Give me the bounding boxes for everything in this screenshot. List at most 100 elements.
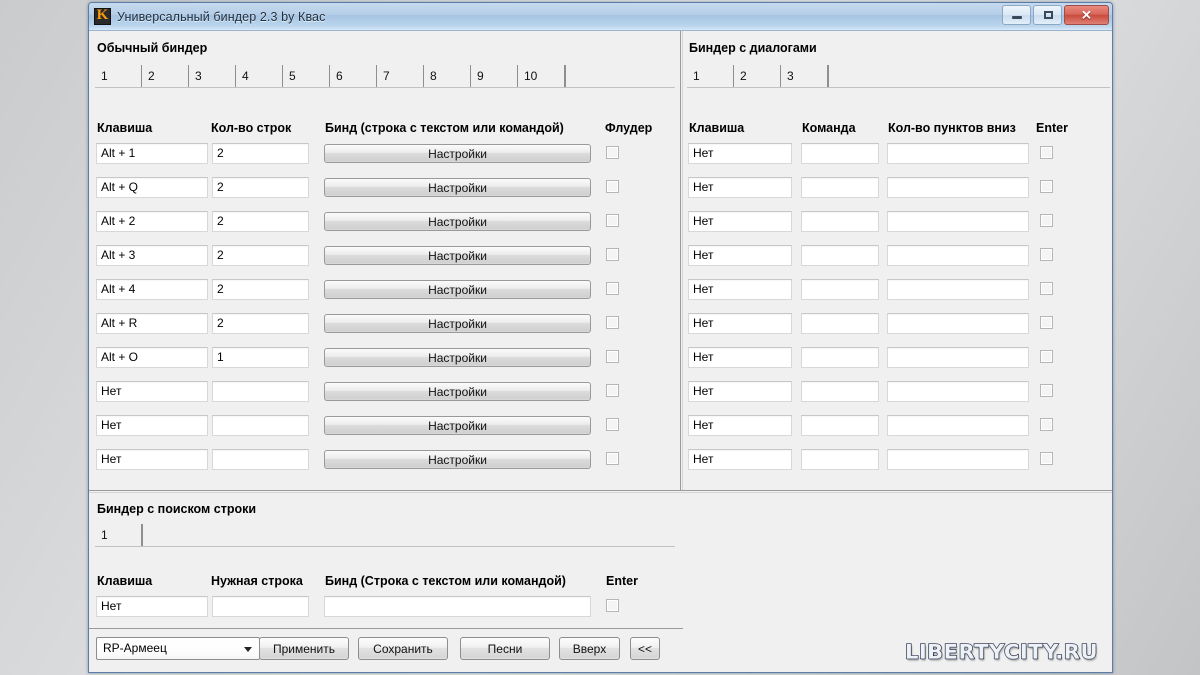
dialog-binder-enter-checkbox-1[interactable] xyxy=(1040,146,1053,159)
dialog-binder-key-input-5[interactable]: Нет xyxy=(688,279,792,300)
normal-binder-flooder-checkbox-9[interactable] xyxy=(606,418,619,431)
normal-binder-flooder-checkbox-3[interactable] xyxy=(606,214,619,227)
normal-binder-key-input-4[interactable]: Alt + 3 xyxy=(96,245,208,266)
normal-binder-settings-button-3[interactable]: Настройки xyxy=(324,212,591,231)
up-button[interactable]: Вверх xyxy=(559,637,620,660)
dialog-binder-command-input-8[interactable] xyxy=(801,381,879,402)
normal-binder-tab-4[interactable]: 4 xyxy=(236,65,283,87)
dialog-binder-command-input-3[interactable] xyxy=(801,211,879,232)
search-binder-bind-input-1[interactable] xyxy=(324,596,591,617)
normal-binder-tab-10[interactable]: 10 xyxy=(518,65,565,87)
dialog-binder-command-input-2[interactable] xyxy=(801,177,879,198)
songs-button[interactable]: Песни xyxy=(460,637,550,660)
normal-binder-tab-1[interactable]: 1 xyxy=(95,65,142,87)
dialog-binder-items-input-6[interactable] xyxy=(887,313,1029,334)
dialog-binder-tab-1[interactable]: 1 xyxy=(687,65,734,87)
profile-select[interactable]: RP-Армеец xyxy=(96,637,260,660)
dialog-binder-command-input-1[interactable] xyxy=(801,143,879,164)
normal-binder-lines-input-4[interactable]: 2 xyxy=(212,245,309,266)
normal-binder-key-input-7[interactable]: Alt + O xyxy=(96,347,208,368)
normal-binder-settings-button-8[interactable]: Настройки xyxy=(324,382,591,401)
search-binder-enter-checkbox-1[interactable] xyxy=(606,599,619,612)
save-button[interactable]: Сохранить xyxy=(358,637,448,660)
dialog-binder-enter-checkbox-7[interactable] xyxy=(1040,350,1053,363)
normal-binder-key-input-10[interactable]: Нет xyxy=(96,449,208,470)
normal-binder-settings-button-6[interactable]: Настройки xyxy=(324,314,591,333)
dialog-binder-items-input-3[interactable] xyxy=(887,211,1029,232)
dialog-binder-command-input-10[interactable] xyxy=(801,449,879,470)
dialog-binder-enter-checkbox-2[interactable] xyxy=(1040,180,1053,193)
normal-binder-flooder-checkbox-8[interactable] xyxy=(606,384,619,397)
normal-binder-lines-input-3[interactable]: 2 xyxy=(212,211,309,232)
normal-binder-tab-9[interactable]: 9 xyxy=(471,65,518,87)
dialog-binder-key-input-7[interactable]: Нет xyxy=(688,347,792,368)
dialog-binder-items-input-1[interactable] xyxy=(887,143,1029,164)
normal-binder-lines-input-10[interactable] xyxy=(212,449,309,470)
normal-binder-flooder-checkbox-6[interactable] xyxy=(606,316,619,329)
dialog-binder-key-input-6[interactable]: Нет xyxy=(688,313,792,334)
dialog-binder-command-input-9[interactable] xyxy=(801,415,879,436)
dialog-binder-items-input-4[interactable] xyxy=(887,245,1029,266)
normal-binder-tab-3[interactable]: 3 xyxy=(189,65,236,87)
dialog-binder-enter-checkbox-5[interactable] xyxy=(1040,282,1053,295)
normal-binder-lines-input-8[interactable] xyxy=(212,381,309,402)
normal-binder-settings-button-5[interactable]: Настройки xyxy=(324,280,591,299)
search-binder-needed-line-input-1[interactable] xyxy=(212,596,309,617)
normal-binder-key-input-6[interactable]: Alt + R xyxy=(96,313,208,334)
normal-binder-tab-5[interactable]: 5 xyxy=(283,65,330,87)
dialog-binder-key-input-10[interactable]: Нет xyxy=(688,449,792,470)
dialog-binder-command-input-6[interactable] xyxy=(801,313,879,334)
normal-binder-tab-2[interactable]: 2 xyxy=(142,65,189,87)
normal-binder-key-input-2[interactable]: Alt + Q xyxy=(96,177,208,198)
normal-binder-tab-8[interactable]: 8 xyxy=(424,65,471,87)
dialog-binder-key-input-8[interactable]: Нет xyxy=(688,381,792,402)
collapse-button[interactable]: << xyxy=(630,637,660,660)
normal-binder-lines-input-5[interactable]: 2 xyxy=(212,279,309,300)
normal-binder-lines-input-2[interactable]: 2 xyxy=(212,177,309,198)
dialog-binder-key-input-4[interactable]: Нет xyxy=(688,245,792,266)
dialog-binder-enter-checkbox-3[interactable] xyxy=(1040,214,1053,227)
dialog-binder-key-input-9[interactable]: Нет xyxy=(688,415,792,436)
normal-binder-flooder-checkbox-7[interactable] xyxy=(606,350,619,363)
normal-binder-settings-button-2[interactable]: Настройки xyxy=(324,178,591,197)
normal-binder-flooder-checkbox-2[interactable] xyxy=(606,180,619,193)
normal-binder-settings-button-10[interactable]: Настройки xyxy=(324,450,591,469)
minimize-button[interactable] xyxy=(1002,5,1031,25)
apply-button[interactable]: Применить xyxy=(259,637,349,660)
dialog-binder-items-input-8[interactable] xyxy=(887,381,1029,402)
dialog-binder-items-input-2[interactable] xyxy=(887,177,1029,198)
normal-binder-lines-input-1[interactable]: 2 xyxy=(212,143,309,164)
normal-binder-flooder-checkbox-4[interactable] xyxy=(606,248,619,261)
dialog-binder-command-input-4[interactable] xyxy=(801,245,879,266)
dialog-binder-items-input-7[interactable] xyxy=(887,347,1029,368)
normal-binder-lines-input-9[interactable] xyxy=(212,415,309,436)
dialog-binder-command-input-5[interactable] xyxy=(801,279,879,300)
search-binder-tab-1[interactable]: 1 xyxy=(95,524,142,546)
normal-binder-settings-button-9[interactable]: Настройки xyxy=(324,416,591,435)
dialog-binder-enter-checkbox-8[interactable] xyxy=(1040,384,1053,397)
normal-binder-settings-button-4[interactable]: Настройки xyxy=(324,246,591,265)
dialog-binder-enter-checkbox-10[interactable] xyxy=(1040,452,1053,465)
normal-binder-key-input-9[interactable]: Нет xyxy=(96,415,208,436)
normal-binder-flooder-checkbox-10[interactable] xyxy=(606,452,619,465)
dialog-binder-key-input-3[interactable]: Нет xyxy=(688,211,792,232)
dialog-binder-enter-checkbox-4[interactable] xyxy=(1040,248,1053,261)
dialog-binder-enter-checkbox-9[interactable] xyxy=(1040,418,1053,431)
dialog-binder-items-input-9[interactable] xyxy=(887,415,1029,436)
dialog-binder-key-input-2[interactable]: Нет xyxy=(688,177,792,198)
maximize-button[interactable] xyxy=(1033,5,1062,25)
normal-binder-flooder-checkbox-1[interactable] xyxy=(606,146,619,159)
dialog-binder-items-input-10[interactable] xyxy=(887,449,1029,470)
dialog-binder-enter-checkbox-6[interactable] xyxy=(1040,316,1053,329)
close-button[interactable]: ✕ xyxy=(1064,5,1109,25)
normal-binder-key-input-8[interactable]: Нет xyxy=(96,381,208,402)
normal-binder-settings-button-1[interactable]: Настройки xyxy=(324,144,591,163)
normal-binder-settings-button-7[interactable]: Настройки xyxy=(324,348,591,367)
normal-binder-flooder-checkbox-5[interactable] xyxy=(606,282,619,295)
normal-binder-key-input-3[interactable]: Alt + 2 xyxy=(96,211,208,232)
dialog-binder-tab-3[interactable]: 3 xyxy=(781,65,828,87)
dialog-binder-command-input-7[interactable] xyxy=(801,347,879,368)
normal-binder-tab-6[interactable]: 6 xyxy=(330,65,377,87)
normal-binder-key-input-1[interactable]: Alt + 1 xyxy=(96,143,208,164)
dialog-binder-key-input-1[interactable]: Нет xyxy=(688,143,792,164)
